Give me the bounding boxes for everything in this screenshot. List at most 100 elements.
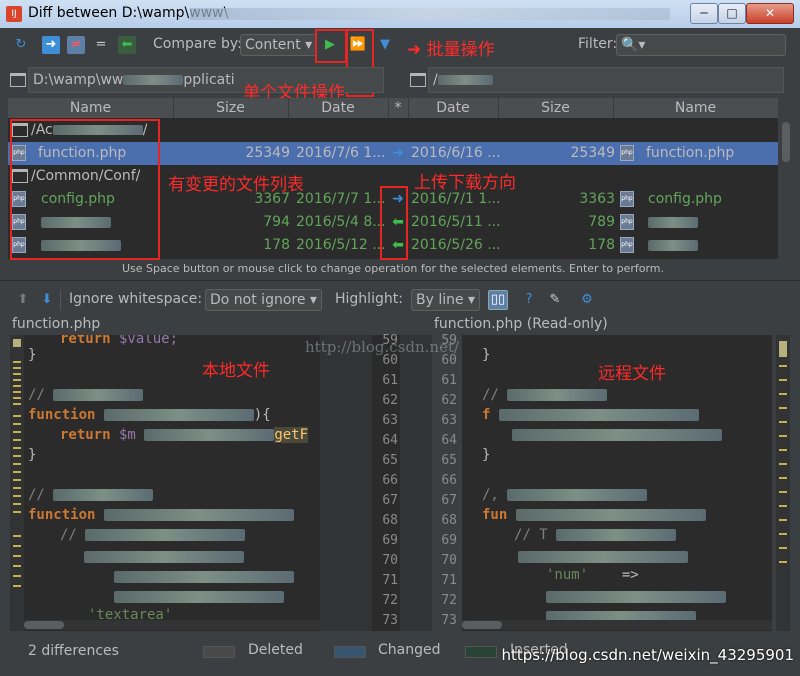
line-number: 65 [382, 453, 398, 468]
code-line: } [28, 347, 37, 363]
changed-legend: Changed [378, 642, 441, 658]
local-file-annotation: 本地文件 [202, 361, 270, 381]
code-line: fun [482, 505, 706, 525]
right-hscrollbar[interactable] [462, 620, 772, 630]
left-date-cell: 2016/7/6 1... [296, 145, 386, 161]
refresh-icon[interactable]: ↻ [12, 36, 30, 54]
keyword: function [28, 407, 96, 423]
show-equal-icon[interactable]: = [92, 36, 110, 54]
left-size-cell: 794 [263, 214, 290, 230]
diff-viewer-toolbar: ⬆ ⬇ Ignore whitespace: Do not ignore ▾ H… [0, 284, 800, 316]
right-name-redacted [648, 240, 698, 251]
left-change-markers [10, 335, 24, 631]
code-redacted [144, 429, 275, 441]
highlight-value: By line [416, 292, 464, 308]
table-scrollbar[interactable] [780, 98, 792, 260]
line-number: 65 [441, 453, 457, 468]
filter-funnel-icon[interactable]: ▼ [376, 36, 394, 54]
filter-input[interactable]: 🔍▾ [616, 34, 786, 56]
highlight-select[interactable]: By line ▾ [411, 289, 481, 311]
line-number: 63 [382, 413, 398, 428]
left-path-text: D:\wamp\ww [33, 72, 124, 88]
divider [0, 280, 800, 281]
next-diff-icon[interactable]: ⬇ [38, 291, 56, 309]
left-hscrollbar[interactable] [24, 620, 320, 630]
changed-list-annotation: 有变更的文件列表 [168, 175, 304, 195]
edit-source-icon[interactable]: ✎ [546, 291, 564, 309]
keyword: function [28, 507, 96, 523]
left-code-editor[interactable]: return $value; } // function ){ return $… [24, 335, 320, 631]
code-line: function [28, 505, 294, 525]
direction-highlight [380, 186, 408, 260]
upload-arrow-icon[interactable]: ➜ [388, 142, 408, 165]
right-date-cell: 2016/6/16 ... [411, 145, 501, 161]
code-line: } [482, 347, 491, 363]
line-number: 64 [441, 433, 457, 448]
perform-all-icon[interactable]: ⏩ [349, 36, 367, 54]
comment-text: // [28, 387, 45, 403]
right-folder-icon [410, 72, 429, 88]
right-path-field[interactable]: / [428, 67, 784, 93]
direction-annotation: 上传下载方向 [414, 173, 516, 193]
show-new-right-icon[interactable]: ⬅ [118, 36, 136, 54]
line-number: 63 [441, 413, 457, 428]
code-redacted [114, 571, 294, 583]
ignore-whitespace-select[interactable]: Do not ignore ▾ [205, 289, 322, 311]
maximize-button[interactable]: □ [718, 3, 746, 24]
col-right-size[interactable]: Size [498, 98, 614, 118]
line-number: 69 [441, 533, 457, 548]
remote-file-annotation: 远程文件 [598, 364, 666, 384]
divider [60, 290, 61, 310]
right-date-cell: 2016/5/11 ... [411, 214, 501, 230]
close-button[interactable]: ✕ [746, 3, 794, 24]
right-file-icon: php [620, 142, 634, 165]
line-number: 71 [441, 573, 457, 588]
show-new-left-icon[interactable]: ➜ [42, 36, 60, 54]
prev-diff-icon[interactable]: ⬆ [14, 291, 32, 309]
col-left-name[interactable]: Name [8, 98, 174, 118]
code-text: $value; [110, 335, 179, 347]
left-date-cell: 2016/7/7 1... [296, 191, 386, 207]
code-redacted [114, 591, 284, 603]
code-line: } [482, 447, 491, 463]
code-line: function ){ [28, 407, 271, 423]
string-text: 'num' [546, 567, 589, 583]
col-right-date[interactable]: Date [408, 98, 499, 118]
deleted-legend: Deleted [248, 642, 303, 658]
col-left-size[interactable]: Size [173, 98, 289, 118]
perform-single-icon[interactable]: ▶ [321, 36, 339, 54]
left-path-tail: pplicati [183, 72, 235, 88]
settings-gear-icon[interactable]: ⚙ [578, 291, 596, 309]
line-number: 67 [382, 493, 398, 508]
code-redacted [518, 551, 688, 563]
code-comment: // [60, 525, 246, 545]
minimize-button[interactable]: ─ [690, 3, 718, 24]
line-number: 62 [382, 393, 398, 408]
left-date-cell: 2016/5/12 ... [296, 237, 386, 253]
right-size-cell: 3363 [579, 191, 615, 207]
help-icon[interactable]: ? [520, 291, 538, 309]
comment-redacted [85, 529, 246, 541]
right-size-cell: 178 [588, 237, 615, 253]
editor-scrollbar[interactable] [776, 335, 790, 631]
left-date-cell: 2016/5/4 8... [296, 214, 386, 230]
right-size-cell: 789 [588, 214, 615, 230]
show-different-icon[interactable]: ≠ [67, 36, 85, 54]
col-left-date[interactable]: Date [288, 98, 389, 118]
line-number: 69 [382, 533, 398, 548]
right-file-icon: php [620, 211, 634, 234]
line-number: 70 [382, 553, 398, 568]
code-function: getF [274, 427, 309, 443]
right-date-cell: 2016/5/26 ... [411, 237, 501, 253]
sync-scroll-icon[interactable]: ▯▯ [488, 290, 508, 310]
line-number: 70 [441, 553, 457, 568]
compare-by-select[interactable]: Content ▾ [240, 34, 318, 56]
col-right-name[interactable]: Name [613, 98, 778, 118]
col-operation[interactable]: * [388, 98, 409, 118]
watermark-text: http://blog.csdn.net/ [305, 338, 460, 356]
right-name-cell: config.php [648, 191, 722, 207]
comment-redacted [53, 489, 154, 501]
batch-annotation-text: 批量操作 [426, 40, 495, 60]
code-line [512, 425, 722, 445]
changed-swatch [334, 646, 366, 658]
